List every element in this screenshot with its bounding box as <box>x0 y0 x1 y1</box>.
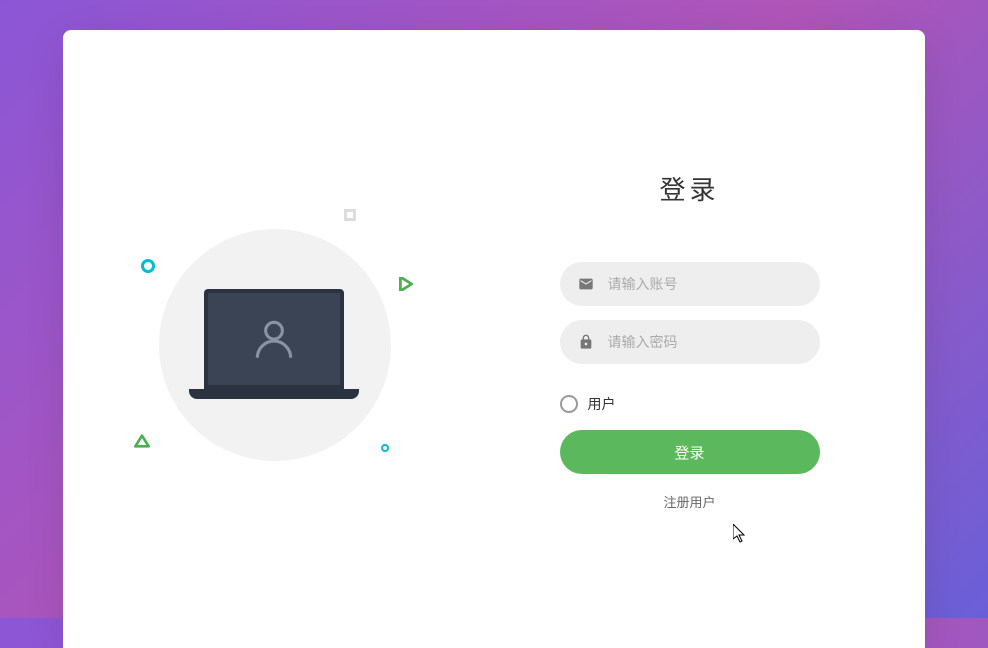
lock-icon <box>578 334 594 350</box>
laptop-base <box>189 389 359 399</box>
envelope-icon <box>578 276 594 292</box>
user-radio-label: 用户 <box>588 394 616 414</box>
user-icon <box>249 314 299 364</box>
illustration-wrap <box>99 159 459 519</box>
deco-play-icon <box>399 277 413 296</box>
deco-circle-icon <box>141 259 155 273</box>
account-input[interactable] <box>608 276 802 292</box>
deco-square-icon <box>344 209 356 221</box>
user-radio[interactable] <box>560 395 578 413</box>
account-input-group <box>560 262 820 306</box>
login-title: 登录 <box>659 170 719 207</box>
register-link[interactable]: 注册用户 <box>663 492 715 511</box>
user-type-row: 用户 <box>560 394 820 414</box>
login-form-panel: 登录 用户 登录 注册用户 <box>494 30 925 648</box>
login-card: 登录 用户 登录 注册用户 <box>63 30 925 648</box>
laptop-illustration <box>204 289 359 399</box>
deco-dot-icon <box>381 444 389 452</box>
login-button[interactable]: 登录 <box>560 430 820 474</box>
password-input[interactable] <box>608 334 802 350</box>
illustration-panel <box>63 30 494 648</box>
laptop-screen <box>204 289 344 389</box>
deco-triangle-icon <box>134 434 150 453</box>
password-input-group <box>560 320 820 364</box>
